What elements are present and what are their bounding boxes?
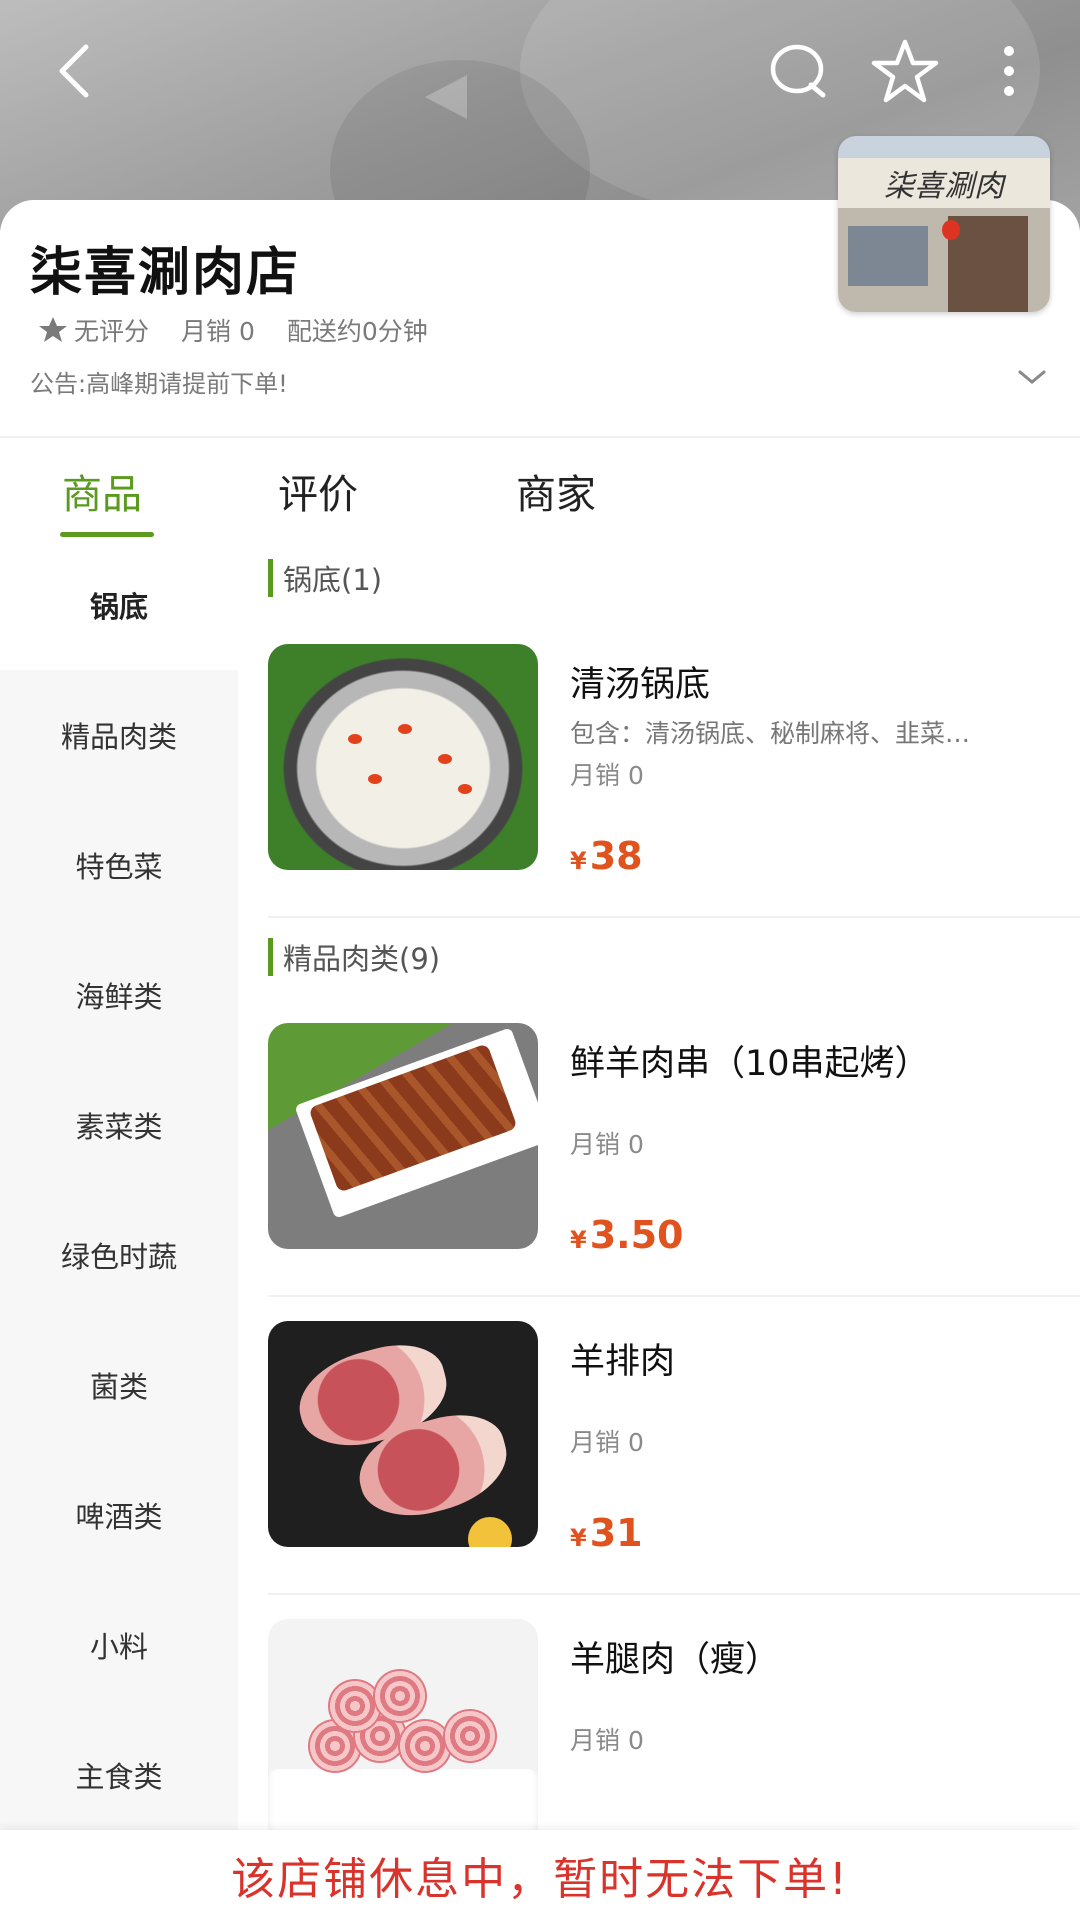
price-value: 31 [589,1511,643,1555]
store-closed-banner: 该店铺休息中，暂时无法下单! [0,1830,1080,1920]
shop-delivery-time: 配送约0分钟 [286,317,428,346]
product-image-hotpot [268,644,538,870]
product-price: ¥ 31 [570,1511,643,1555]
more-button[interactable] [974,36,1044,106]
shop-rating: 无评分 [74,317,150,346]
divider [268,1593,1080,1595]
sidebar-item-seafood[interactable]: 海鲜类 [0,930,238,1060]
sidebar-item-vegetarian[interactable]: 素菜类 [0,1060,238,1190]
currency-symbol: ¥ [570,847,587,875]
storefront-sign: 柒喜涮肉 [838,158,1050,208]
product-image-lamb-chops [268,1321,538,1547]
product-item[interactable]: 清汤锅底 包含：清汤锅底、秘制麻将、韭菜… 月销 0 ¥ 38 [268,644,1080,944]
product-image-skewers [268,1023,538,1249]
star-outline-icon [871,39,939,103]
back-button[interactable] [40,36,110,106]
favorite-button[interactable] [870,36,940,106]
section-marker [268,938,273,976]
banner-decoration [425,75,467,119]
shop-stats: 无评分 月销 0 配送约0分钟 [38,312,428,348]
currency-symbol: ¥ [570,1524,587,1552]
product-name: 鲜羊肉串（10串起烤） [570,1044,930,1084]
product-item[interactable]: 鲜羊肉串（10串起烤） 月销 0 ¥ 3.50 [268,1023,1080,1323]
product-price: ¥ 38 [570,834,643,878]
product-item[interactable]: 羊腿肉（瘦） 月销 0 [268,1619,1080,1830]
shop-notice: 公告:高峰期请提前下单! [30,370,288,398]
back-arrow-icon [59,44,89,98]
storefront-door [948,216,1028,312]
tab-bar: 商品 评价 商家 [0,440,1080,540]
storefront-lantern [942,220,960,240]
storefront-window [848,226,928,286]
category-sidebar: 锅底 精品肉类 特色菜 海鲜类 素菜类 绿色时蔬 菌类 啤酒类 小料 主食类 [0,540,238,1830]
product-price: ¥ 3.50 [570,1213,683,1257]
sidebar-item-staples[interactable]: 主食类 [0,1710,238,1840]
tab-products[interactable]: 商品 [62,462,142,520]
shop-storefront-photo[interactable]: 柒喜涮肉 [838,136,1050,312]
product-sales: 月销 0 [570,1428,644,1457]
price-value: 38 [589,834,643,878]
sidebar-item-beer[interactable]: 啤酒类 [0,1450,238,1580]
chevron-down-icon [1018,370,1046,384]
notice-expand-button[interactable] [1012,362,1052,392]
shop-monthly-sales: 月销 0 [181,317,255,346]
product-sales: 月销 0 [570,761,644,790]
sidebar-item-specialty[interactable]: 特色菜 [0,800,238,930]
section-title: 锅底(1) [283,563,383,597]
divider [0,436,1080,438]
product-name: 羊排肉 [570,1342,676,1382]
product-name: 清汤锅底 [570,665,711,705]
tab-merchant[interactable]: 商家 [516,462,596,520]
more-vertical-icon [1004,46,1014,96]
product-sales: 月销 0 [570,1726,644,1755]
search-button[interactable] [764,36,834,106]
sidebar-item-mushrooms[interactable]: 菌类 [0,1320,238,1450]
product-sales: 月销 0 [570,1130,644,1159]
product-item[interactable]: 羊排肉 月销 0 ¥ 31 [268,1321,1080,1621]
search-icon [770,44,826,98]
sidebar-item-sauces[interactable]: 小料 [0,1580,238,1710]
tab-reviews[interactable]: 评价 [278,462,358,520]
product-image-lamb-rolls [268,1619,538,1830]
star-filled-icon [39,317,67,342]
currency-symbol: ¥ [570,1226,587,1254]
shop-name: 柒喜涮肉店 [30,243,301,303]
product-name: 羊腿肉（瘦） [570,1640,781,1680]
sidebar-item-premium-meat[interactable]: 精品肉类 [0,670,238,800]
sidebar-item-pot-base[interactable]: 锅底 [0,540,238,670]
divider [268,1295,1080,1297]
product-list: 锅底(1) 清汤锅底 包含：清汤锅底、秘制麻将、韭菜… 月销 0 ¥ 38 精品… [268,540,1080,1830]
product-description: 包含：清汤锅底、秘制麻将、韭菜… [570,719,971,748]
section-header: 精品肉类(9) [268,937,440,977]
price-value: 3.50 [589,1213,684,1257]
sidebar-item-greens[interactable]: 绿色时蔬 [0,1190,238,1320]
divider [268,916,1080,918]
section-header: 锅底(1) [268,558,382,598]
section-title: 精品肉类(9) [283,942,441,976]
section-marker [268,559,273,597]
active-tab-indicator [60,532,154,537]
